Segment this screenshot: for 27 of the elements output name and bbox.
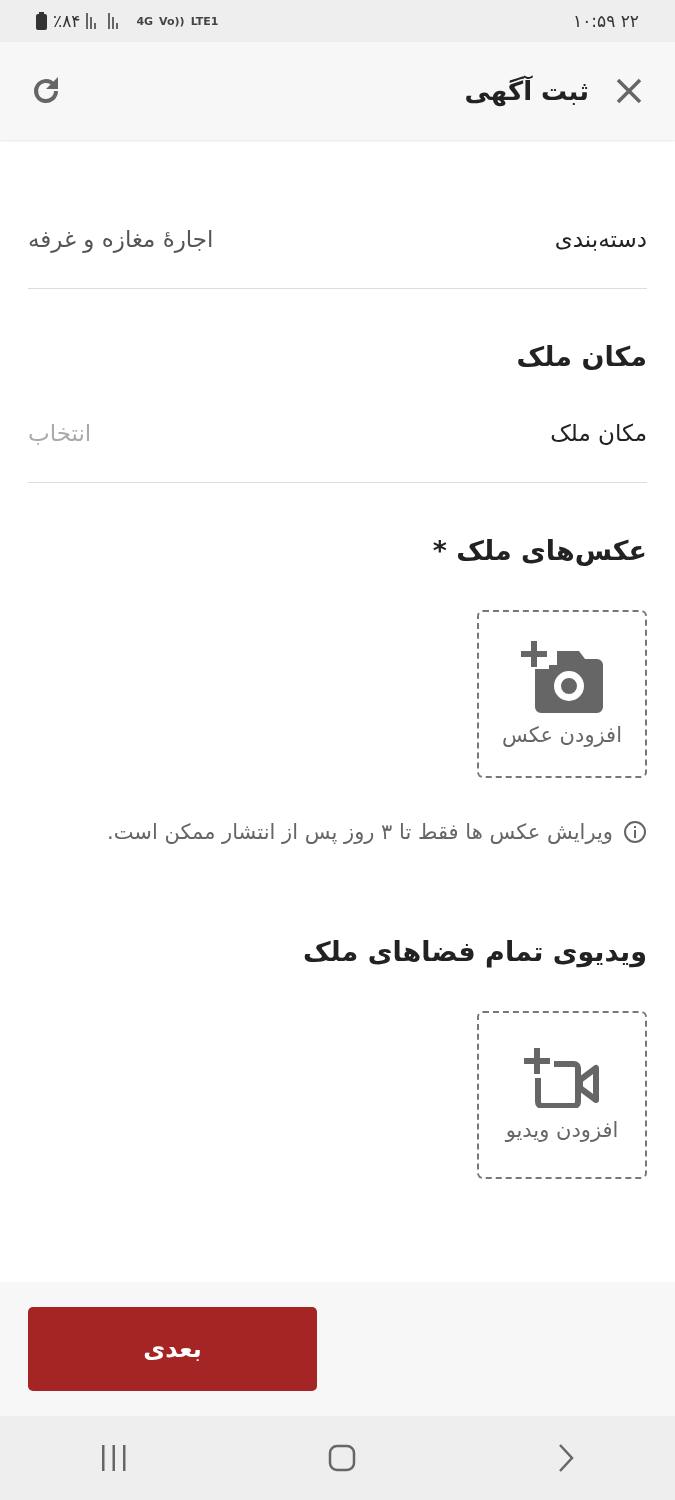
recent-apps-icon[interactable] (100, 1445, 129, 1471)
info-note: ویرایش عکس ها فقط تا ۳ روز پس از انتشار ممکن است. (107, 819, 613, 846)
back-icon[interactable] (556, 1443, 575, 1473)
add-video-button[interactable]: افزودن ویدیو (477, 1011, 647, 1179)
add-video-icon (524, 1048, 600, 1108)
section-title: ویدیوی تمام فضاهای ملک (301, 935, 647, 970)
network-type: 4G (136, 15, 154, 27)
section-title: مکان ملک (515, 340, 647, 374)
page-title: ثبت آگهی (463, 76, 589, 106)
category-row[interactable]: دسته‌بندی اجارهٔ مغازه و غرفه (28, 190, 647, 289)
row-label: دسته‌بندی (554, 226, 647, 252)
info-icon (623, 820, 647, 844)
row-value: اجارهٔ مغازه و غرفه (28, 226, 214, 252)
battery-percent: ٪۸۴ (53, 11, 81, 31)
next-button[interactable]: بعدی (28, 1307, 317, 1391)
add-camera-icon (521, 641, 603, 713)
row-label: مکان ملک (550, 420, 647, 446)
row-placeholder: انتخاب (28, 420, 92, 446)
home-icon[interactable] (328, 1444, 357, 1472)
section-title: عکس‌های ملک * (431, 534, 647, 568)
add-photo-button[interactable]: افزودن عکس (477, 610, 647, 778)
close-button[interactable] (615, 77, 643, 105)
volte-label: Vo)) (159, 15, 185, 27)
battery-icon (36, 12, 47, 30)
location-row[interactable]: مکان ملک انتخاب (28, 384, 647, 483)
clock-time: ۲۲ ۱۰:۵۹ (573, 11, 639, 31)
lte-label: LTE1 (190, 15, 219, 27)
